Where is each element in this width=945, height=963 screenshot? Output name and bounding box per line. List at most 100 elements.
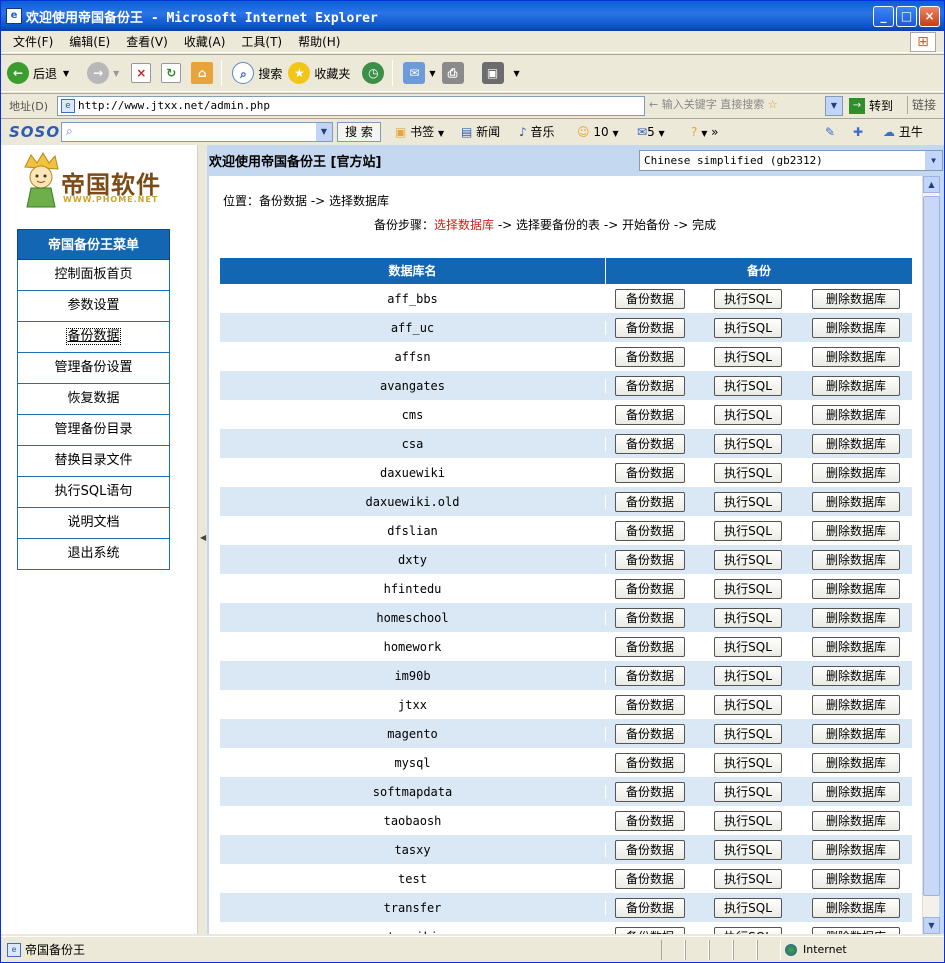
delete-database-button[interactable]: 删除数据库 — [812, 637, 900, 657]
backup-data-button[interactable]: 备份数据 — [615, 318, 685, 338]
home-button[interactable]: ⌂ — [191, 62, 217, 84]
sidebar-item-backup[interactable]: 备份数据 — [17, 322, 170, 353]
backup-data-button[interactable]: 备份数据 — [615, 811, 685, 831]
edit-button[interactable]: ▣ ▼ — [474, 62, 520, 84]
sidebar-item-backup-settings[interactable]: 管理备份设置 — [17, 353, 170, 384]
delete-database-button[interactable]: 删除数据库 — [812, 695, 900, 715]
backup-data-button[interactable]: 备份数据 — [615, 492, 685, 512]
delete-database-button[interactable]: 删除数据库 — [812, 898, 900, 918]
delete-database-button[interactable]: 删除数据库 — [812, 376, 900, 396]
backup-data-button[interactable]: 备份数据 — [615, 637, 685, 657]
soso-dropdown-icon[interactable]: ▼ — [316, 123, 332, 141]
delete-database-button[interactable]: 删除数据库 — [812, 492, 900, 512]
scroll-up-icon[interactable]: ▲ — [923, 176, 940, 193]
delete-database-button[interactable]: 删除数据库 — [812, 579, 900, 599]
run-sql-button[interactable]: 执行SQL — [714, 550, 782, 570]
backup-data-button[interactable]: 备份数据 — [615, 869, 685, 889]
sidebar-item-restore[interactable]: 恢复数据 — [17, 384, 170, 415]
menu-edit[interactable]: 编辑(E) — [69, 33, 110, 50]
menu-file[interactable]: 文件(F) — [13, 33, 53, 50]
add-icon[interactable]: ✚ — [853, 122, 863, 142]
news-button[interactable]: ▤ 新闻 — [461, 122, 500, 142]
delete-database-button[interactable]: 删除数据库 — [812, 463, 900, 483]
forward-button[interactable]: → ▼ — [75, 62, 119, 84]
delete-database-button[interactable]: 删除数据库 — [812, 869, 900, 889]
backup-data-button[interactable]: 备份数据 — [615, 376, 685, 396]
run-sql-button[interactable]: 执行SQL — [714, 666, 782, 686]
backup-data-button[interactable]: 备份数据 — [615, 695, 685, 715]
frame-splitter[interactable]: ◀ — [197, 145, 207, 934]
backup-data-button[interactable]: 备份数据 — [615, 289, 685, 309]
run-sql-button[interactable]: 执行SQL — [714, 318, 782, 338]
star-outline-icon[interactable]: ☆ — [768, 98, 778, 111]
run-sql-button[interactable]: 执行SQL — [714, 869, 782, 889]
backup-data-button[interactable]: 备份数据 — [615, 405, 685, 425]
vertical-scrollbar[interactable]: ▲ ▼ — [922, 176, 940, 934]
backup-data-button[interactable]: 备份数据 — [615, 840, 685, 860]
delete-database-button[interactable]: 删除数据库 — [812, 724, 900, 744]
backup-data-button[interactable]: 备份数据 — [615, 347, 685, 367]
minimize-button[interactable]: _ — [873, 6, 894, 27]
links-button[interactable]: 链接 — [907, 96, 936, 114]
delete-database-button[interactable]: 删除数据库 — [812, 753, 900, 773]
sidebar-item-settings[interactable]: 参数设置 — [17, 291, 170, 322]
backup-data-button[interactable]: 备份数据 — [615, 579, 685, 599]
run-sql-button[interactable]: 执行SQL — [714, 782, 782, 802]
run-sql-button[interactable]: 执行SQL — [714, 289, 782, 309]
backup-data-button[interactable]: 备份数据 — [615, 724, 685, 744]
backup-data-button[interactable]: 备份数据 — [615, 666, 685, 686]
soso-search-button[interactable]: 搜 索 — [337, 122, 381, 142]
music-button[interactable]: ♪ 音乐 — [519, 122, 555, 142]
mail-count-button[interactable]: ✉5 ▼ — [637, 122, 665, 144]
run-sql-button[interactable]: 执行SQL — [714, 695, 782, 715]
language-select[interactable]: Chinese simplified (gb2312) ▼ — [639, 150, 943, 171]
menu-view[interactable]: 查看(V) — [126, 33, 168, 50]
back-button[interactable]: ← 后退 ▼ — [7, 62, 69, 84]
delete-database-button[interactable]: 删除数据库 — [812, 289, 900, 309]
run-sql-button[interactable]: 执行SQL — [714, 724, 782, 744]
run-sql-button[interactable]: 执行SQL — [714, 492, 782, 512]
run-sql-button[interactable]: 执行SQL — [714, 753, 782, 773]
help-button[interactable]: ? ▼ » — [691, 122, 719, 144]
run-sql-button[interactable]: 执行SQL — [714, 608, 782, 628]
delete-database-button[interactable]: 删除数据库 — [812, 347, 900, 367]
run-sql-button[interactable]: 执行SQL — [714, 434, 782, 454]
delete-database-button[interactable]: 删除数据库 — [812, 521, 900, 541]
favorites-button[interactable]: ★ 收藏夹 — [288, 62, 350, 84]
scroll-thumb[interactable] — [923, 196, 940, 896]
qq-button[interactable]: ☺ 10 ▼ — [577, 122, 619, 144]
delete-database-button[interactable]: 删除数据库 — [812, 434, 900, 454]
address-input[interactable]: e http://www.jtxx.net/admin.php — [57, 96, 645, 116]
run-sql-button[interactable]: 执行SQL — [714, 927, 782, 934]
backup-data-button[interactable]: 备份数据 — [615, 608, 685, 628]
delete-database-button[interactable]: 删除数据库 — [812, 608, 900, 628]
delete-database-button[interactable]: 删除数据库 — [812, 782, 900, 802]
delete-database-button[interactable]: 删除数据库 — [812, 666, 900, 686]
print-button[interactable]: ⎙ — [441, 62, 468, 84]
backup-data-button[interactable]: 备份数据 — [615, 753, 685, 773]
scroll-down-icon[interactable]: ▼ — [923, 917, 940, 934]
run-sql-button[interactable]: 执行SQL — [714, 347, 782, 367]
run-sql-button[interactable]: 执行SQL — [714, 898, 782, 918]
mail-button[interactable]: ✉ ▼ — [403, 62, 436, 84]
run-sql-button[interactable]: 执行SQL — [714, 376, 782, 396]
menu-favorites[interactable]: 收藏(A) — [184, 33, 226, 50]
run-sql-button[interactable]: 执行SQL — [714, 840, 782, 860]
backup-data-button[interactable]: 备份数据 — [615, 927, 685, 934]
sidebar-item-backup-dirs[interactable]: 管理备份目录 — [17, 415, 170, 446]
sidebar-item-run-sql[interactable]: 执行SQL语句 — [17, 477, 170, 508]
run-sql-button[interactable]: 执行SQL — [714, 463, 782, 483]
delete-database-button[interactable]: 删除数据库 — [812, 927, 900, 934]
backup-data-button[interactable]: 备份数据 — [615, 434, 685, 454]
sidebar-item-logout[interactable]: 退出系统 — [17, 539, 170, 570]
sidebar-item-dashboard[interactable]: 控制面板首页 — [17, 260, 170, 291]
backup-data-button[interactable]: 备份数据 — [615, 463, 685, 483]
address-search-hint[interactable]: ← 输入关键字 直接搜索 ☆ — [649, 96, 844, 116]
backup-data-button[interactable]: 备份数据 — [615, 782, 685, 802]
run-sql-button[interactable]: 执行SQL — [714, 579, 782, 599]
delete-database-button[interactable]: 删除数据库 — [812, 405, 900, 425]
close-button[interactable]: × — [919, 6, 940, 27]
back-dropdown-icon[interactable]: ▼ — [63, 69, 69, 78]
backup-data-button[interactable]: 备份数据 — [615, 550, 685, 570]
run-sql-button[interactable]: 执行SQL — [714, 521, 782, 541]
